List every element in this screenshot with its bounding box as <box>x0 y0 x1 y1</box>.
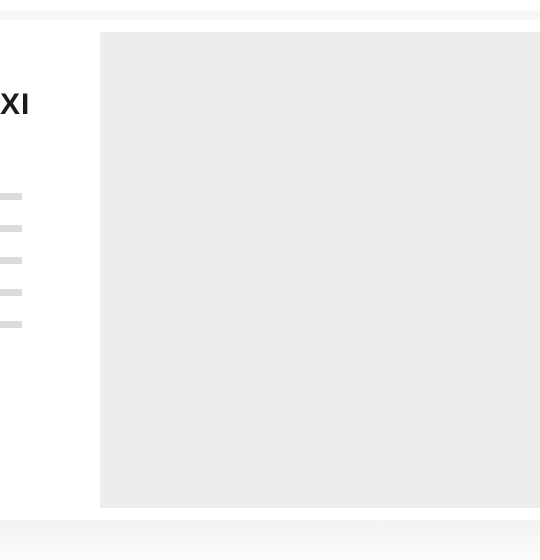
menu-item-5[interactable] <box>0 321 22 328</box>
menu-item-4[interactable] <box>0 289 22 296</box>
menu-item-3[interactable] <box>0 257 22 264</box>
image-placeholder <box>100 32 540 508</box>
top-bar <box>0 10 540 20</box>
footer-bar <box>0 520 540 560</box>
menu-item-2[interactable] <box>0 225 22 232</box>
page-title: XI <box>0 88 31 121</box>
menu-item-1[interactable] <box>0 193 22 200</box>
